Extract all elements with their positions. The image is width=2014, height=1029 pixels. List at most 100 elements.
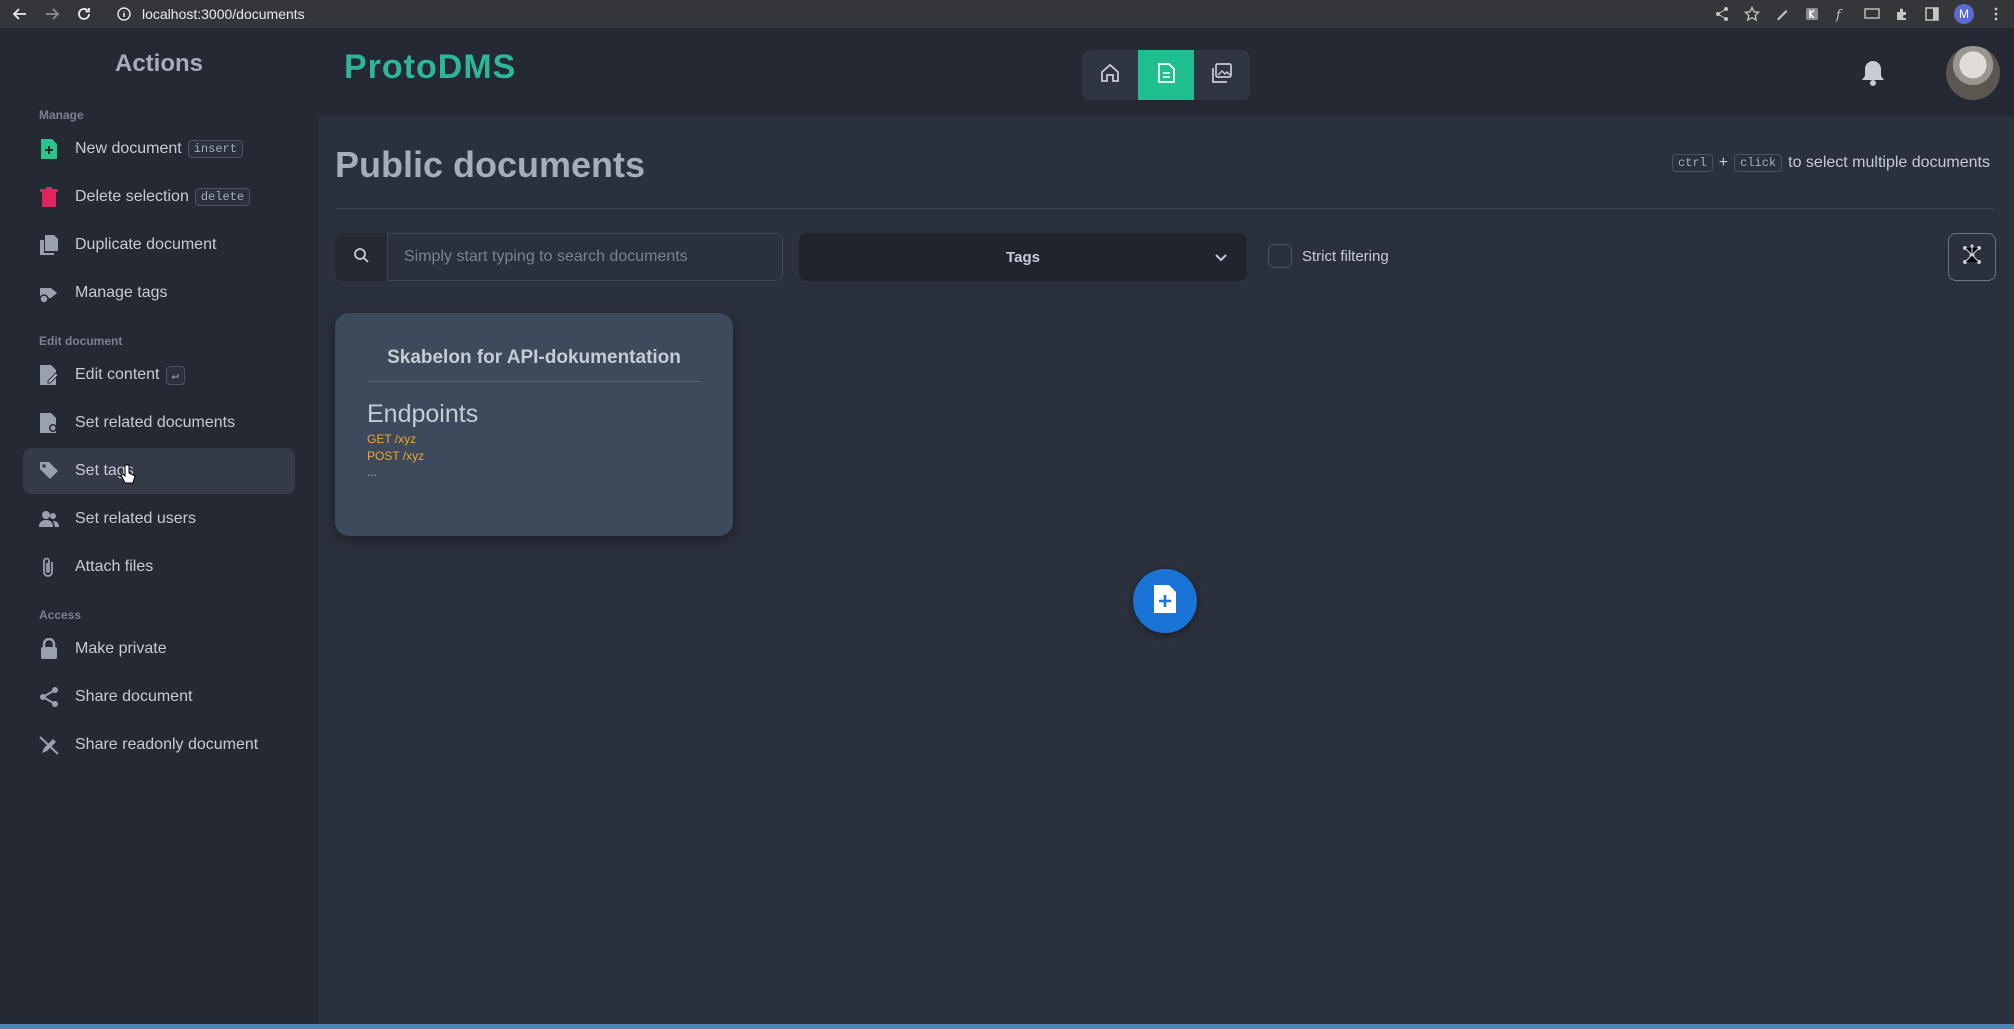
new-document-fab[interactable]: [1133, 569, 1197, 633]
section-label-edit-document: Edit document: [39, 334, 123, 348]
sidebar-item-label: Manage tags: [75, 284, 168, 301]
strict-filtering-checkbox[interactable]: [1268, 244, 1292, 268]
copy-icon: [39, 234, 59, 256]
file-plus-icon: [1151, 584, 1179, 619]
sidebar-item-label: Edit content: [75, 366, 160, 383]
trash-icon: [39, 186, 59, 208]
section-label-access: Access: [39, 608, 82, 622]
sidebar-item-label: Make private: [75, 640, 167, 657]
search-bar: [335, 233, 783, 281]
nav-documents-button[interactable]: [1138, 50, 1194, 100]
tag-icon: [39, 460, 59, 482]
sidebar-item-set-related-users[interactable]: Set related users: [23, 496, 295, 542]
nav-home-button[interactable]: [1082, 50, 1138, 100]
chevron-down-icon: [1213, 249, 1229, 265]
document-preview-heading: Endpoints: [367, 400, 479, 428]
nav-gallery-button[interactable]: [1194, 50, 1250, 100]
reload-icon[interactable]: [76, 6, 92, 22]
graph-view-button[interactable]: [1948, 233, 1996, 281]
sidebar-item-set-tags[interactable]: Set tags: [23, 448, 295, 494]
forward-arrow-icon[interactable]: [44, 6, 60, 22]
svg-text:f: f: [1835, 8, 1843, 22]
document-card[interactable]: Skabelon for API-dokumentation Endpoints…: [335, 313, 733, 536]
sidebar-title: Actions: [114, 50, 203, 77]
shortcut-badge: insert: [187, 140, 243, 158]
file-plus-icon: [39, 138, 59, 160]
sidebar-item-label: Set related documents: [75, 414, 236, 431]
strict-filtering-toggle[interactable]: Strict filtering: [1268, 244, 1389, 268]
sidebar-item-delete-selection[interactable]: Delete selection delete: [23, 174, 295, 220]
sidebar-item-label: Share document: [75, 688, 193, 705]
sidebar-item-label: Duplicate document: [75, 236, 217, 253]
extension-function-icon[interactable]: f: [1834, 6, 1850, 22]
title-divider: [335, 208, 1995, 209]
window-bottom-edge: [0, 1024, 2014, 1029]
shortcut-badge: ↵: [165, 365, 185, 385]
sidebar-item-label: Share readonly document: [75, 736, 259, 753]
pen-slash-icon: [39, 734, 59, 756]
plus-sign: +: [1718, 154, 1729, 171]
notifications-bell-icon[interactable]: [1858, 58, 1888, 88]
browser-toolbar: localhost:3000/documents f M: [0, 0, 2014, 28]
hint-text: to select multiple documents: [1788, 154, 1990, 171]
sidebar-item-edit-content[interactable]: Edit content ↵: [23, 352, 295, 398]
sidebar-item-make-private[interactable]: Make private: [23, 626, 295, 672]
sidebar-item-label: Set related users: [75, 510, 196, 527]
sidebar-item-duplicate-document[interactable]: Duplicate document: [23, 222, 295, 268]
browser-profile-avatar[interactable]: M: [1954, 4, 1974, 24]
main-nav: [1082, 50, 1250, 100]
share-icon[interactable]: [1714, 6, 1730, 22]
sidebar-item-share-readonly-document[interactable]: Share readonly document: [23, 722, 295, 768]
app-header: ProtoDMS: [318, 28, 2014, 116]
page-title: Public documents: [335, 144, 646, 185]
shortcut-badge: delete: [194, 188, 251, 206]
document-preview-line: GET /xyz: [367, 432, 417, 446]
search-input[interactable]: [387, 233, 783, 281]
extension-k-icon[interactable]: [1804, 6, 1820, 22]
back-arrow-icon[interactable]: [12, 6, 28, 22]
url-text[interactable]: localhost:3000/documents: [142, 6, 305, 22]
multi-select-hint: ctrl + click to select multiple document…: [1671, 154, 1990, 172]
sidebar-item-label: New document: [75, 140, 182, 157]
search-button[interactable]: [335, 233, 387, 281]
share-nodes-icon: [39, 686, 59, 708]
file-edit-icon: [39, 364, 59, 386]
mouse-pointer-icon: [120, 464, 136, 484]
document-card-title: Skabelon for API-dokumentation: [367, 347, 701, 382]
tags-select-label: Tags: [1006, 248, 1040, 266]
browser-menu-icon[interactable]: [1988, 6, 2004, 22]
document-icon: [1155, 62, 1177, 89]
document-preview-ellipsis: ...: [367, 465, 378, 479]
users-icon: [39, 508, 59, 530]
tag-gear-icon: [39, 282, 59, 304]
graph-nodes-icon: [1961, 243, 1983, 271]
side-panel-icon[interactable]: [1924, 6, 1940, 22]
file-link-icon: [39, 412, 59, 434]
sidebar-item-manage-tags[interactable]: Manage tags: [23, 270, 295, 316]
documents-page: Public documents ctrl + click to select …: [318, 116, 2008, 1024]
sidebar-item-label: Attach files: [75, 558, 154, 575]
section-label-manage: Manage: [39, 108, 84, 122]
paperclip-icon: [39, 556, 59, 578]
ctrl-key-badge: ctrl: [1671, 154, 1713, 172]
search-icon: [353, 247, 369, 268]
lock-icon: [39, 638, 59, 660]
document-preview-line: POST /xyz: [367, 449, 425, 463]
extension-pen-icon[interactable]: [1774, 6, 1790, 22]
sidebar-item-set-related-documents[interactable]: Set related documents: [23, 400, 295, 446]
extension-screen-icon[interactable]: [1864, 6, 1880, 22]
site-info-icon[interactable]: [116, 6, 132, 22]
tags-select[interactable]: Tags: [799, 233, 1247, 281]
click-key-badge: click: [1734, 154, 1783, 172]
bookmark-star-icon[interactable]: [1744, 6, 1760, 22]
sidebar-item-share-document[interactable]: Share document: [23, 674, 295, 720]
actions-sidebar: Actions Manage New document insert Delet…: [0, 28, 318, 1024]
sidebar-item-attach-files[interactable]: Attach files: [23, 544, 295, 590]
app-logo[interactable]: ProtoDMS: [344, 48, 516, 87]
strict-filtering-label: Strict filtering: [1302, 247, 1389, 265]
extensions-puzzle-icon[interactable]: [1894, 6, 1910, 22]
images-icon: [1211, 62, 1233, 89]
home-icon: [1099, 62, 1121, 89]
sidebar-item-new-document[interactable]: New document insert: [23, 126, 295, 172]
user-avatar[interactable]: [1946, 46, 2000, 100]
